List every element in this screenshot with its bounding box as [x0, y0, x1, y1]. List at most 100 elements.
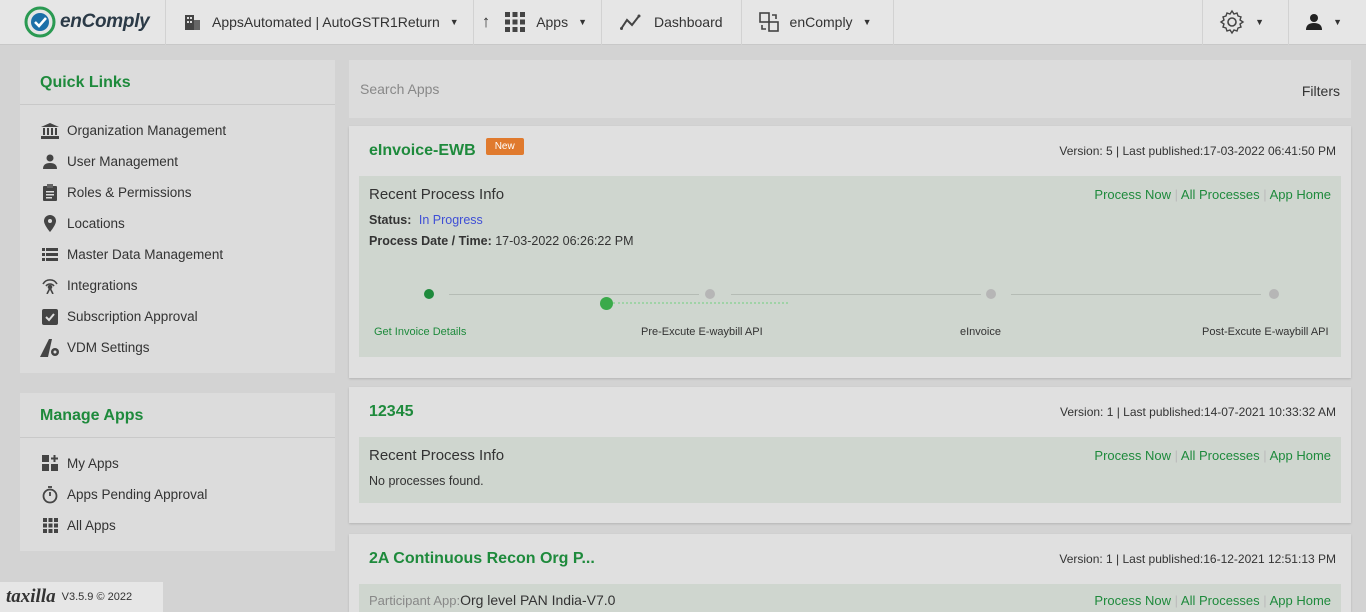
app-title[interactable]: eInvoice-EWB: [369, 142, 476, 160]
process-date-line: Process Date / Time: 17-03-2022 06:26:22…: [369, 234, 1331, 248]
sidebar-item-label: Organization Management: [67, 123, 227, 138]
quick-links-list: Organization Management User Management …: [20, 105, 335, 369]
sidebar-item-vdm-settings[interactable]: VDM Settings: [20, 332, 335, 363]
step-label-2: Pre-Excute E-waybill API: [641, 326, 763, 338]
stopwatch-icon: [40, 485, 60, 504]
trend-line-icon: [620, 13, 644, 31]
list-grid-icon: [40, 246, 60, 264]
app-card-header: 12345 Version: 1 | Last published:14-07-…: [349, 387, 1351, 437]
process-links: Process Now | All Processes | App Home: [1094, 448, 1331, 463]
step-dot-2[interactable]: [705, 289, 715, 299]
dashboard-link[interactable]: Dashboard: [602, 0, 742, 45]
app-home-link[interactable]: App Home: [1270, 593, 1331, 608]
step-label-1: Get Invoice Details: [374, 326, 467, 338]
user-menu[interactable]: ▼: [1288, 0, 1366, 45]
taxilla-logo: taxilla: [6, 586, 56, 607]
map-pin-icon: [40, 215, 60, 233]
all-processes-link[interactable]: All Processes: [1181, 187, 1260, 202]
switch-product-icon: [758, 11, 780, 33]
quick-links-panel: Quick Links Organization Management User…: [20, 60, 335, 373]
sidebar-item-locations[interactable]: Locations: [20, 208, 335, 239]
search-bar: Filters: [349, 60, 1351, 118]
brand-name: enComply: [60, 11, 150, 32]
settings-menu[interactable]: ▼: [1202, 0, 1288, 45]
user-icon: [40, 153, 60, 171]
app-home-link[interactable]: App Home: [1270, 187, 1331, 202]
nav-right: ▼ ▼: [1202, 0, 1366, 45]
chevron-down-icon: ▼: [449, 17, 459, 27]
link-separator: |: [1174, 448, 1178, 463]
step-dot-4[interactable]: [1269, 289, 1279, 299]
sidebar-item-label: Locations: [67, 216, 125, 231]
status-line: Status: In Progress: [369, 213, 1331, 227]
all-processes-link[interactable]: All Processes: [1181, 448, 1260, 463]
sidebar-item-label: All Apps: [67, 518, 116, 533]
manage-apps-list: My Apps Apps Pending Approval All Apps: [20, 438, 335, 547]
upload-button[interactable]: ↑: [474, 0, 499, 45]
apps-menu-label: Apps: [536, 14, 569, 30]
process-now-link[interactable]: Process Now: [1094, 448, 1171, 463]
sidebar-item-label: Roles & Permissions: [67, 185, 192, 200]
process-stepper: Get Invoice Details Pre-Excute E-waybill…: [369, 256, 1331, 338]
apps-menu[interactable]: Apps ▼: [498, 0, 603, 45]
sidebar-item-master-data-management[interactable]: Master Data Management: [20, 239, 335, 270]
step-dot-3[interactable]: [986, 289, 996, 299]
process-links: Process Now | All Processes | App Home: [1094, 187, 1331, 202]
gear-icon: [1219, 9, 1245, 35]
app-card-2a-continuous-recon: 2A Continuous Recon Org P... Version: 1 …: [349, 534, 1351, 612]
process-now-link[interactable]: Process Now: [1094, 187, 1171, 202]
sidebar-item-user-management[interactable]: User Management: [20, 146, 335, 177]
product-switcher[interactable]: enComply ▼: [742, 0, 895, 45]
user-icon: [1305, 13, 1323, 31]
top-navbar: enComply AppsAutomated | AutoGSTR1Return…: [0, 0, 1366, 45]
all-processes-link[interactable]: All Processes: [1181, 593, 1260, 608]
chevron-down-icon: ▼: [862, 17, 872, 27]
sidebar-item-my-apps[interactable]: My Apps: [20, 448, 335, 479]
link-separator: |: [1263, 592, 1267, 608]
sidebar-item-label: User Management: [67, 154, 179, 169]
step-dot-1[interactable]: [424, 289, 434, 299]
encomply-logo-icon: [24, 6, 56, 38]
org-selector-label: AppsAutomated | AutoGSTR1Return: [212, 14, 440, 30]
process-date-label: Process Date / Time:: [369, 234, 492, 248]
process-links: Process Now | All Processes | App Home: [1094, 593, 1331, 608]
app-home-link[interactable]: App Home: [1270, 448, 1331, 463]
apps-plus-icon: [40, 455, 60, 473]
participant-app-value: Org level PAN India-V7.0: [460, 592, 616, 608]
app-card-header: 2A Continuous Recon Org P... Version: 1 …: [349, 534, 1351, 584]
quick-links-title: Quick Links: [20, 60, 335, 105]
app-version: V3.5.9 © 2022: [61, 591, 133, 603]
app-title[interactable]: 12345: [369, 403, 414, 421]
footer-version-badge: taxilla V3.5.9 © 2022: [0, 582, 163, 612]
app-card-header: eInvoice-EWB New Version: 5 | Last publi…: [349, 126, 1351, 176]
step-label-3: eInvoice: [960, 326, 1001, 338]
app-version-info: Version: 1 | Last published:14-07-2021 1…: [1060, 405, 1336, 419]
app-card-einvoice-ewb: eInvoice-EWB New Version: 5 | Last publi…: [349, 126, 1351, 378]
link-separator: |: [1174, 592, 1178, 608]
recent-process-box: Recent Process Info Process Now | All Pr…: [359, 176, 1341, 357]
app-version-info: Version: 5 | Last published:17-03-2022 0…: [1059, 144, 1336, 158]
recent-process-box: Participant App: Org level PAN India-V7.…: [359, 584, 1341, 612]
sidebar-item-subscription-approval[interactable]: Subscription Approval: [20, 301, 335, 332]
sidebar-item-integrations[interactable]: Integrations: [20, 270, 335, 301]
brand[interactable]: enComply: [0, 0, 166, 45]
sidebar-item-organization-management[interactable]: Organization Management: [20, 115, 335, 146]
sidebar-item-all-apps[interactable]: All Apps: [20, 510, 335, 541]
sidebar-item-label: Subscription Approval: [67, 309, 198, 324]
link-separator: |: [1174, 187, 1178, 202]
sidebar-item-apps-pending-approval[interactable]: Apps Pending Approval: [20, 479, 335, 510]
chevron-down-icon: ▼: [1333, 17, 1342, 27]
sidebar-item-label: Apps Pending Approval: [67, 487, 208, 502]
link-separator: |: [1263, 448, 1267, 463]
filters-button[interactable]: Filters: [1302, 79, 1340, 99]
app-title[interactable]: 2A Continuous Recon Org P...: [369, 550, 595, 568]
process-now-link[interactable]: Process Now: [1094, 593, 1171, 608]
org-selector[interactable]: AppsAutomated | AutoGSTR1Return ▼: [166, 0, 474, 45]
search-apps-input[interactable]: [360, 81, 1160, 97]
manage-apps-panel: Manage Apps My Apps Apps Pending Approva…: [20, 393, 335, 551]
apps-grid-icon: [504, 11, 526, 33]
status-value: In Progress: [418, 213, 483, 227]
sidebar-item-roles-permissions[interactable]: Roles & Permissions: [20, 177, 335, 208]
step-connector: [449, 294, 699, 295]
chevron-down-icon: ▼: [578, 17, 588, 27]
